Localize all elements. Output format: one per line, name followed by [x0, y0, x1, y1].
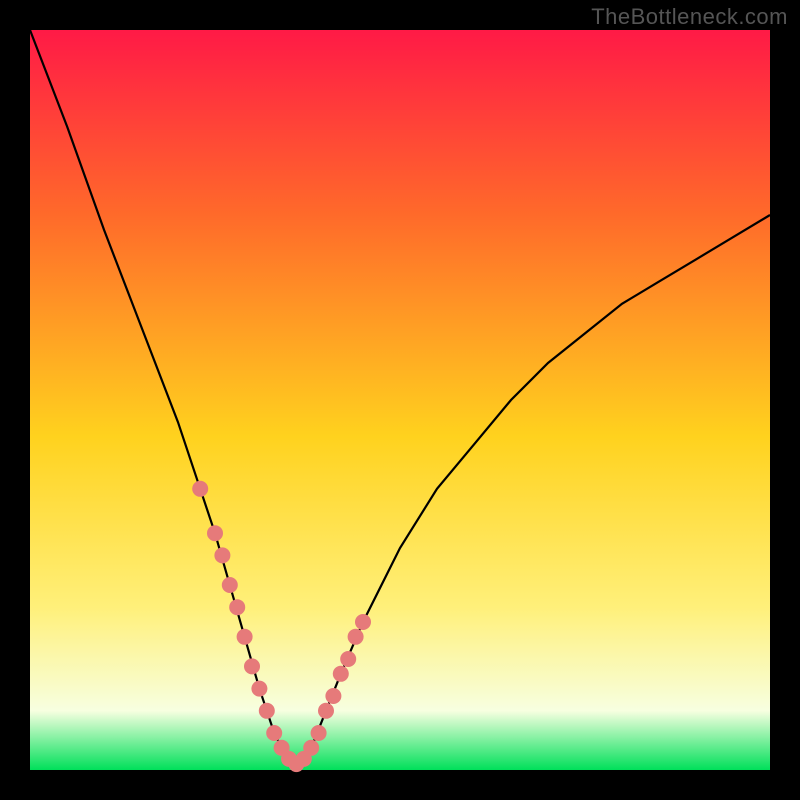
marker-dot — [333, 666, 349, 682]
marker-dot — [325, 688, 341, 704]
marker-dot — [318, 703, 334, 719]
marker-dot — [244, 658, 260, 674]
marker-dot — [222, 577, 238, 593]
marker-dot — [207, 525, 223, 541]
chart-stage: TheBottleneck.com — [0, 0, 800, 800]
plot-background — [30, 30, 770, 770]
marker-dot — [266, 725, 282, 741]
marker-dot — [192, 481, 208, 497]
marker-dot — [214, 547, 230, 563]
marker-dot — [229, 599, 245, 615]
marker-dot — [311, 725, 327, 741]
marker-dot — [303, 740, 319, 756]
marker-dot — [355, 614, 371, 630]
marker-dot — [237, 629, 253, 645]
marker-dot — [340, 651, 356, 667]
watermark-text: TheBottleneck.com — [591, 4, 788, 30]
marker-dot — [259, 703, 275, 719]
marker-dot — [251, 681, 267, 697]
marker-dot — [348, 629, 364, 645]
bottleneck-chart — [0, 0, 800, 800]
